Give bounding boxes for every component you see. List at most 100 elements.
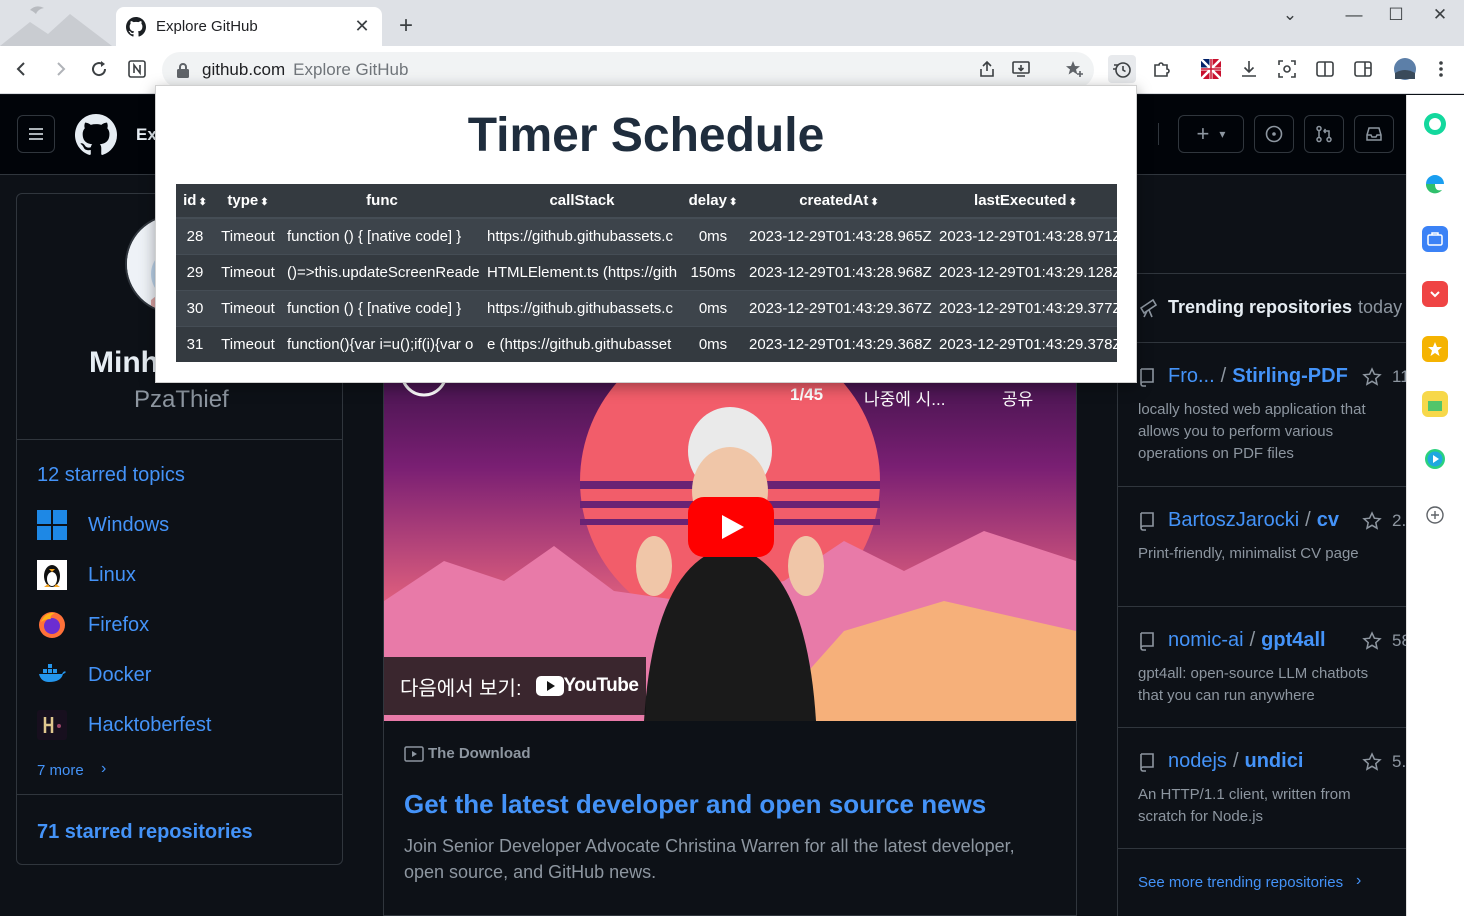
media-player-icon[interactable] xyxy=(1422,446,1448,472)
column-header-createdAt[interactable]: createdAt ⬍ xyxy=(744,184,934,219)
edge-discover-icon[interactable] xyxy=(1422,171,1448,197)
screenshot-icon[interactable] xyxy=(1274,56,1300,82)
topic-item-hacktoberfest[interactable]: Hacktoberfest xyxy=(37,709,211,741)
url-page-title: Explore GitHub xyxy=(293,60,409,79)
tab-search-button[interactable]: ⌄ xyxy=(1270,2,1310,28)
column-header-delay[interactable]: delay ⬍ xyxy=(682,184,744,219)
watch-on-youtube-button[interactable]: 다음에서 보기: YouTube xyxy=(384,657,646,715)
star-count: 58. xyxy=(1392,631,1406,650)
new-tab-button[interactable]: + xyxy=(394,12,418,40)
chevron-right-icon: › xyxy=(1356,872,1362,889)
user-full-name[interactable]: Minh xyxy=(89,346,159,380)
topic-item-docker[interactable]: Docker xyxy=(37,659,151,691)
maximize-button[interactable]: ☐ xyxy=(1376,2,1416,28)
topic-item-linux[interactable]: Linux xyxy=(37,559,136,591)
youtube-video-player[interactable]: 1/45 나중에 시... 공유 다음에서 보기: YouTube xyxy=(384,331,1076,721)
menu-button[interactable] xyxy=(17,115,55,153)
column-label: type xyxy=(227,192,259,209)
trending-period: today xyxy=(1358,296,1403,317)
copilot-icon[interactable] xyxy=(1422,111,1448,137)
star-button[interactable]: 5. xyxy=(1362,752,1406,772)
browser-tab-bar: Explore GitHub ✕ + ⌄ — ☐ ✕ xyxy=(0,0,1464,46)
topic-item-firefox[interactable]: Firefox xyxy=(37,609,149,641)
add-sidebar-app-icon[interactable] xyxy=(1422,502,1448,528)
downloads-icon[interactable] xyxy=(1236,56,1262,82)
notion-extension-icon[interactable] xyxy=(124,56,150,82)
user-login[interactable]: PzaThief xyxy=(134,386,229,414)
split-screen-icon[interactable] xyxy=(1312,56,1338,82)
tab-explore-github[interactable]: Explore GitHub ✕ xyxy=(116,7,382,46)
star-button[interactable]: 58. xyxy=(1362,631,1406,651)
notes-icon[interactable] xyxy=(1422,391,1448,417)
trending-repo-item: Fro... / Stirling-PDF 11. locally hosted… xyxy=(1118,342,1406,486)
share-icon[interactable] xyxy=(974,56,1000,82)
divider xyxy=(17,439,342,440)
repo-link[interactable]: Fro... / Stirling-PDF xyxy=(1138,365,1348,388)
profile-avatar-icon[interactable] xyxy=(1392,56,1418,82)
repo-name: gpt4all xyxy=(1261,629,1326,651)
repo-slash: / xyxy=(1220,365,1227,387)
install-app-icon[interactable] xyxy=(1008,56,1034,82)
translate-flag-icon[interactable] xyxy=(1198,56,1224,82)
column-header-lastExecuted[interactable]: lastExecuted ⬍ xyxy=(934,184,1117,219)
cell-createdAt: 2023-12-29T01:43:28.965Z xyxy=(744,217,934,254)
close-window-button[interactable]: ✕ xyxy=(1420,2,1460,28)
timer-extension-icon[interactable] xyxy=(1108,55,1136,83)
star-button[interactable]: 11. xyxy=(1362,367,1406,387)
collections-icon[interactable] xyxy=(1350,56,1376,82)
repo-link[interactable]: nodejs / undici xyxy=(1138,750,1303,773)
starred-topics-link[interactable]: 12 starred topics xyxy=(37,464,185,487)
column-header-type[interactable]: type ⬍ xyxy=(214,184,282,219)
tools-briefcase-icon[interactable] xyxy=(1422,226,1448,252)
minimize-button[interactable]: — xyxy=(1334,2,1374,28)
repo-slash: / xyxy=(1305,509,1311,531)
sort-icon: ⬍ xyxy=(198,197,207,208)
watch-later-button[interactable]: 나중에 시... xyxy=(864,385,945,410)
favorites-icon[interactable] xyxy=(1422,336,1448,362)
cell-func: function(){var i=u();if(i){var o xyxy=(282,325,482,362)
sort-icon: ⬍ xyxy=(1068,197,1077,208)
address-bar[interactable]: github.com Explore GitHub xyxy=(162,52,1094,88)
settings-more-icon[interactable] xyxy=(1428,56,1454,82)
reload-icon[interactable] xyxy=(86,56,112,82)
see-more-trending-link[interactable]: See more trending repositories xyxy=(1138,874,1343,891)
github-logo-icon[interactable] xyxy=(75,114,117,156)
popup-title: Timer Schedule xyxy=(467,109,825,162)
starred-repositories-link[interactable]: 71 starred repositories xyxy=(37,821,253,844)
github-favicon-icon xyxy=(126,16,146,37)
star-button[interactable]: 2. xyxy=(1362,511,1406,531)
table-header-row: id ⬍ type ⬍ func callStack delay ⬍ createdAt ⬍ las… xyxy=(176,184,1117,219)
column-header-id[interactable]: id ⬍ xyxy=(176,184,214,219)
issues-button[interactable] xyxy=(1254,115,1294,153)
cell-type: Timeout xyxy=(214,289,282,326)
table-row: 29 Timeout ()=>this.updateScreenReade HTMLE… xyxy=(176,253,1117,290)
table-row: 28 Timeout function () { [native code] } ht… xyxy=(176,217,1117,254)
repo-name: Stirling-PDF xyxy=(1232,365,1348,387)
youtube-play-icon[interactable] xyxy=(688,497,774,557)
youtube-wordmark: YouTube xyxy=(563,675,639,696)
favorites-star-icon[interactable] xyxy=(1062,56,1088,82)
extensions-puzzle-icon[interactable] xyxy=(1148,56,1174,82)
cell-callStack: https://github.githubassets.c xyxy=(482,217,682,254)
cell-id: 31 xyxy=(176,325,214,362)
repo-link[interactable]: nomic-ai / gpt4all xyxy=(1138,629,1326,652)
pull-requests-button[interactable] xyxy=(1304,115,1344,153)
create-new-button[interactable]: + ▾ xyxy=(1178,115,1244,153)
star-count: 2. xyxy=(1392,511,1406,530)
trending-header: Trending repositories today xyxy=(1138,296,1402,318)
repo-owner: BartoszJarocki xyxy=(1168,509,1300,531)
forward-icon[interactable] xyxy=(48,56,74,82)
news-title-link[interactable]: Get the latest developer and open source… xyxy=(404,789,986,820)
back-icon[interactable] xyxy=(8,56,34,82)
news-description: Join Senior Developer Advocate Christina… xyxy=(404,836,1015,882)
news-category-label: The Download xyxy=(428,745,531,762)
close-tab-button[interactable]: ✕ xyxy=(352,16,372,37)
more-topics-link[interactable]: 7 more xyxy=(37,762,84,779)
share-button[interactable]: 공유 xyxy=(1002,385,1033,410)
repo-name: cv xyxy=(1316,509,1339,531)
repo-link[interactable]: BartoszJarocki / cv xyxy=(1138,509,1339,532)
pocket-icon[interactable] xyxy=(1422,281,1448,307)
inbox-button[interactable] xyxy=(1354,115,1394,153)
topic-item-windows[interactable]: Windows xyxy=(37,509,169,541)
page-title[interactable]: Ex xyxy=(136,125,157,145)
